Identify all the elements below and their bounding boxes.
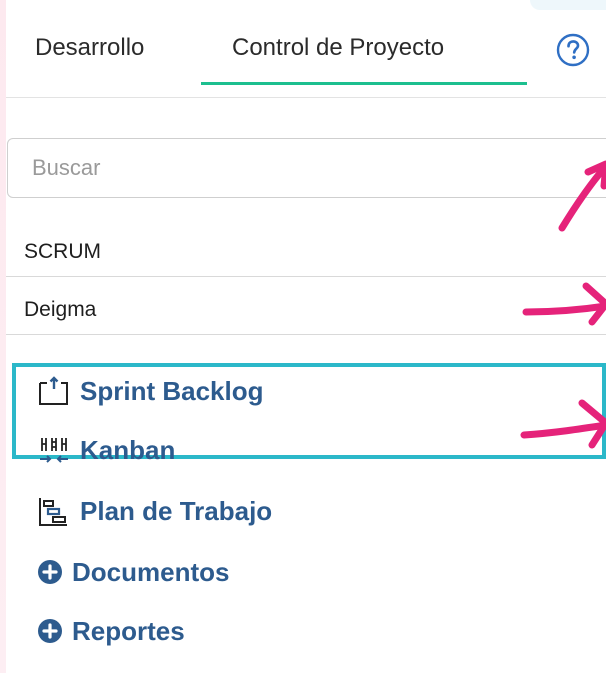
gantt-icon <box>39 498 67 526</box>
nav-kanban-label: Kanban <box>80 434 176 465</box>
nav-sprint-backlog-label: Sprint Backlog <box>80 375 264 406</box>
nav-reportes-label: Reportes <box>72 615 185 646</box>
annotation-arrow-icon <box>520 399 606 449</box>
header-tabs: Desarrollo Control de Proyecto <box>6 0 606 98</box>
search-input[interactable] <box>7 138 606 198</box>
plus-circle-icon <box>38 619 62 643</box>
project-item-label: Deigma <box>24 298 97 321</box>
project-item-deigma[interactable]: Deigma <box>6 284 606 335</box>
nav-reportes[interactable]: Reportes <box>36 614 185 648</box>
nav-sprint-backlog[interactable]: Sprint Backlog <box>36 374 263 408</box>
plus-circle-icon <box>38 560 62 584</box>
project-item-label: SCRUM <box>24 240 101 263</box>
nav-documentos[interactable]: Documentos <box>36 555 229 589</box>
background-tint <box>0 0 6 673</box>
nav-plan-de-trabajo-label: Plan de Trabajo <box>80 495 273 526</box>
project-item-scrum[interactable]: SCRUM <box>6 226 606 277</box>
tab-control-de-proyecto[interactable]: Control de Proyecto <box>232 34 444 62</box>
nav-kanban[interactable]: Kanban <box>36 433 175 467</box>
annotation-arrow-icon <box>522 282 606 326</box>
help-icon[interactable] <box>556 33 590 67</box>
kanban-board-icon <box>40 438 68 463</box>
annotation-arrow-icon <box>558 160 606 232</box>
tab-desarrollo[interactable]: Desarrollo <box>35 34 144 62</box>
nav-plan-de-trabajo[interactable]: Plan de Trabajo <box>36 494 272 528</box>
nav-documentos-label: Documentos <box>72 556 230 587</box>
active-tab-indicator <box>201 82 527 85</box>
backlog-icon <box>39 376 68 405</box>
